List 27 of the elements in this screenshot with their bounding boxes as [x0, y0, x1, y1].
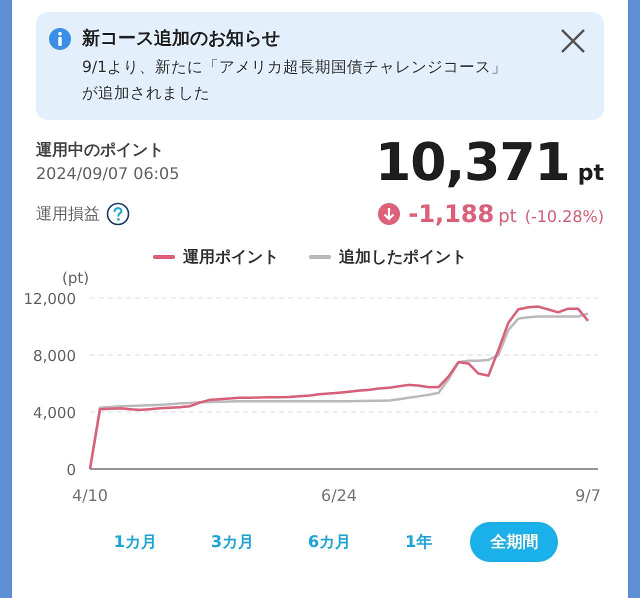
period-tab[interactable]: 6カ月 — [292, 522, 368, 562]
y-tick-label: 8,000 — [33, 347, 76, 365]
period-tab[interactable]: 3カ月 — [194, 522, 270, 562]
legend-label: 運用ポイント — [183, 246, 279, 268]
period-tab[interactable]: 1年 — [389, 522, 448, 562]
period-tab[interactable]: 1カ月 — [98, 522, 173, 562]
y-tick-label: 4,000 — [33, 404, 76, 422]
timestamp: 2024/09/07 06:05 — [36, 163, 180, 185]
profit-loss-percent: (-10.28%) — [524, 207, 604, 226]
help-icon[interactable] — [106, 202, 130, 226]
profit-loss-label: 運用損益 — [36, 204, 100, 224]
x-tick-label: 6/24 — [321, 486, 357, 505]
axis-unit-label: (pt) — [62, 270, 90, 287]
profit-loss-value: -1,188 — [408, 200, 494, 228]
x-tick-label: 9/7 — [575, 486, 601, 505]
x-tick-label: 4/10 — [72, 486, 108, 505]
profit-loss-unit: pt — [498, 206, 517, 227]
legend-label: 追加したポイント — [339, 246, 467, 268]
notice-title: 新コース追加のお知らせ — [82, 27, 281, 51]
points-label: 運用中のポイント — [36, 139, 165, 161]
notice-message: 9/1より、新たに「アメリカ超長期国債チャレンジコース」が追加されました — [82, 57, 508, 104]
y-tick-label: 0 — [66, 461, 76, 479]
info-icon — [48, 27, 72, 51]
points-unit: pt — [578, 161, 604, 186]
points-value: 10,371 — [375, 134, 570, 192]
y-tick-label: 12,000 — [24, 290, 76, 308]
period-tab[interactable]: 全期間 — [470, 522, 558, 562]
